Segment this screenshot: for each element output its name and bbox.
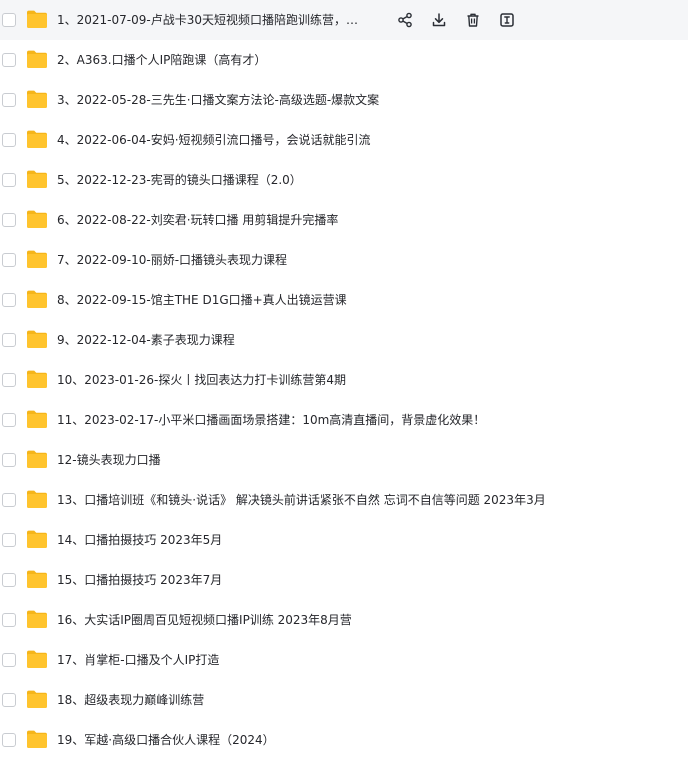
- folder-icon: [26, 329, 48, 349]
- rename-button[interactable]: [490, 10, 524, 30]
- folder-name[interactable]: 18、超级表现力巅峰训练营: [57, 680, 204, 720]
- folder-name[interactable]: 12-镜头表现力口播: [57, 440, 161, 480]
- folder-name[interactable]: 5、2022-12-23-宪哥的镜头口播课程（2.0）: [57, 160, 302, 200]
- folder-icon: [26, 289, 48, 309]
- row-checkbox[interactable]: [2, 533, 16, 547]
- folder-row[interactable]: 1、2021-07-09-卢战卡30天短视频口播陪跑训练营，教...: [0, 0, 688, 40]
- row-actions: [388, 10, 524, 30]
- folder-row[interactable]: 7、2022-09-10-丽娇-口播镜头表现力课程: [0, 240, 688, 280]
- row-checkbox[interactable]: [2, 13, 16, 27]
- folder-name[interactable]: 1、2021-07-09-卢战卡30天短视频口播陪跑训练营，教...: [57, 0, 367, 40]
- folder-icon: [26, 489, 48, 509]
- row-checkbox[interactable]: [2, 493, 16, 507]
- download-button[interactable]: [422, 10, 456, 30]
- trash-button[interactable]: [456, 10, 490, 30]
- folder-row[interactable]: 11、2023-02-17-小平米口播画面场景搭建：10m高清直播间，背景虚化效…: [0, 400, 688, 440]
- row-checkbox[interactable]: [2, 53, 16, 67]
- folder-row[interactable]: 5、2022-12-23-宪哥的镜头口播课程（2.0）: [0, 160, 688, 200]
- folder-name[interactable]: 14、口播拍摄技巧 2023年5月: [57, 520, 222, 560]
- folder-icon: [26, 529, 48, 549]
- folder-icon: [26, 249, 48, 269]
- row-checkbox[interactable]: [2, 413, 16, 427]
- folder-name[interactable]: 9、2022-12-04-素子表现力课程: [57, 320, 235, 360]
- folder-row[interactable]: 14、口播拍摄技巧 2023年5月: [0, 520, 688, 560]
- folder-icon: [26, 129, 48, 149]
- rename-icon: [499, 12, 515, 28]
- row-checkbox[interactable]: [2, 733, 16, 747]
- row-checkbox[interactable]: [2, 373, 16, 387]
- folder-icon: [26, 89, 48, 109]
- row-checkbox[interactable]: [2, 693, 16, 707]
- folder-row[interactable]: 17、肖掌柜-口播及个人IP打造: [0, 640, 688, 680]
- row-checkbox[interactable]: [2, 253, 16, 267]
- row-checkbox[interactable]: [2, 653, 16, 667]
- row-checkbox[interactable]: [2, 213, 16, 227]
- folder-name[interactable]: 13、口播培训班《和镜头·说话》 解决镜头前讲话紧张不自然 忘词不自信等问题 2…: [57, 480, 546, 520]
- folder-name[interactable]: 19、军越·高级口播合伙人课程（2024）: [57, 720, 275, 760]
- folder-icon: [26, 449, 48, 469]
- folder-icon: [26, 689, 48, 709]
- folder-name[interactable]: 16、大实话IP圈周百见短视频口播IP训练 2023年8月营: [57, 600, 352, 640]
- folder-row[interactable]: 15、口播拍摄技巧 2023年7月: [0, 560, 688, 600]
- folder-row[interactable]: 13、口播培训班《和镜头·说话》 解决镜头前讲话紧张不自然 忘词不自信等问题 2…: [0, 480, 688, 520]
- folder-name[interactable]: 17、肖掌柜-口播及个人IP打造: [57, 640, 219, 680]
- share-button[interactable]: [388, 10, 422, 30]
- folder-icon: [26, 729, 48, 749]
- folder-name[interactable]: 2、A363.口播个人IP陪跑课（高有才）: [57, 40, 266, 80]
- folder-row[interactable]: 16、大实话IP圈周百见短视频口播IP训练 2023年8月营: [0, 600, 688, 640]
- row-checkbox[interactable]: [2, 293, 16, 307]
- folder-row[interactable]: 10、2023-01-26-探火丨找回表达力打卡训练营第4期: [0, 360, 688, 400]
- row-checkbox[interactable]: [2, 133, 16, 147]
- folder-name[interactable]: 3、2022-05-28-三先生·口播文案方法论-高级选题-爆款文案: [57, 80, 379, 120]
- folder-name[interactable]: 7、2022-09-10-丽娇-口播镜头表现力课程: [57, 240, 287, 280]
- folder-name[interactable]: 6、2022-08-22-刘奕君·玩转口播 用剪辑提升完播率: [57, 200, 338, 240]
- folder-icon: [26, 209, 48, 229]
- folder-row[interactable]: 19、军越·高级口播合伙人课程（2024）: [0, 720, 688, 760]
- folder-row[interactable]: 4、2022-06-04-安妈·短视频引流口播号，会说话就能引流: [0, 120, 688, 160]
- folder-icon: [26, 369, 48, 389]
- folder-row[interactable]: 3、2022-05-28-三先生·口播文案方法论-高级选题-爆款文案: [0, 80, 688, 120]
- folder-icon: [26, 49, 48, 69]
- row-checkbox[interactable]: [2, 93, 16, 107]
- folder-row[interactable]: 9、2022-12-04-素子表现力课程: [0, 320, 688, 360]
- share-icon: [397, 12, 413, 28]
- download-icon: [431, 12, 447, 28]
- folder-icon: [26, 409, 48, 429]
- folder-name[interactable]: 11、2023-02-17-小平米口播画面场景搭建：10m高清直播间，背景虚化效…: [57, 400, 485, 440]
- folder-row[interactable]: 2、A363.口播个人IP陪跑课（高有才）: [0, 40, 688, 80]
- folder-icon: [26, 9, 48, 29]
- folder-name[interactable]: 8、2022-09-15-馆主THE D1G口播+真人出镜运营课: [57, 280, 347, 320]
- folder-name[interactable]: 4、2022-06-04-安妈·短视频引流口播号，会说话就能引流: [57, 120, 371, 160]
- trash-icon: [465, 12, 481, 28]
- folder-icon: [26, 569, 48, 589]
- row-checkbox[interactable]: [2, 173, 16, 187]
- folder-row[interactable]: 12-镜头表现力口播: [0, 440, 688, 480]
- row-checkbox[interactable]: [2, 453, 16, 467]
- row-checkbox[interactable]: [2, 333, 16, 347]
- row-checkbox[interactable]: [2, 573, 16, 587]
- folder-name[interactable]: 10、2023-01-26-探火丨找回表达力打卡训练营第4期: [57, 360, 346, 400]
- file-list: 1、2021-07-09-卢战卡30天短视频口播陪跑训练营，教... 2、A36…: [0, 0, 688, 760]
- folder-icon: [26, 609, 48, 629]
- folder-row[interactable]: 18、超级表现力巅峰训练营: [0, 680, 688, 720]
- folder-icon: [26, 649, 48, 669]
- row-checkbox[interactable]: [2, 613, 16, 627]
- folder-icon: [26, 169, 48, 189]
- folder-row[interactable]: 6、2022-08-22-刘奕君·玩转口播 用剪辑提升完播率: [0, 200, 688, 240]
- folder-row[interactable]: 8、2022-09-15-馆主THE D1G口播+真人出镜运营课: [0, 280, 688, 320]
- folder-name[interactable]: 15、口播拍摄技巧 2023年7月: [57, 560, 222, 600]
